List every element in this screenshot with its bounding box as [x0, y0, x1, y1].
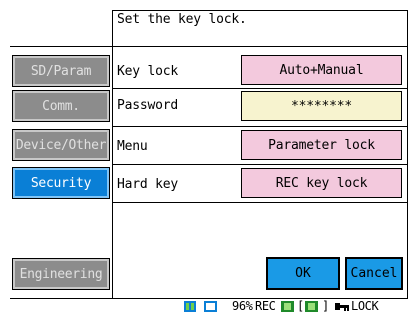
sidebar-item-engineering[interactable]: Engineering: [12, 258, 110, 290]
page-title: Set the key lock.: [117, 12, 247, 27]
key-lock-screen: SD/Param Comm. Device/Other Security Eng…: [0, 0, 418, 314]
sidebar-item-security[interactable]: Security: [12, 167, 110, 199]
s-icon: [305, 301, 318, 312]
ok-button[interactable]: OK: [266, 257, 340, 290]
bracket-close: ]: [322, 299, 329, 313]
sidebar-item-device-other[interactable]: Device/Other: [12, 129, 110, 161]
divider: [10, 298, 408, 299]
divider: [113, 164, 407, 165]
divider: [10, 46, 113, 47]
divider: [113, 202, 407, 203]
key-lock-button[interactable]: Auto+Manual: [241, 55, 402, 85]
password-field[interactable]: ********: [241, 91, 402, 121]
sd-card-icon: [204, 301, 217, 312]
divider: [113, 126, 407, 127]
sidebar-item-sd-param[interactable]: SD/Param: [12, 55, 110, 87]
cancel-button[interactable]: Cancel: [345, 257, 403, 290]
rec-status: REC: [255, 299, 276, 313]
divider: [113, 88, 407, 89]
sidebar-item-comm[interactable]: Comm.: [12, 90, 110, 122]
menu-lock-button[interactable]: Parameter lock: [241, 130, 402, 160]
lock-status: LOCK: [351, 299, 379, 313]
key-lock-label: Key lock: [117, 64, 179, 79]
memory-percent: 96%: [232, 299, 253, 313]
bracket-open: [: [297, 299, 304, 313]
frame-right: [407, 10, 408, 300]
battery-icon: [184, 301, 196, 312]
menu-label: Menu: [117, 139, 148, 154]
key-icon: [335, 303, 349, 311]
password-label: Password: [117, 98, 179, 113]
hard-key-label: Hard key: [117, 177, 179, 192]
m-icon: [281, 301, 294, 312]
hard-key-lock-button[interactable]: REC key lock: [241, 168, 402, 198]
divider: [113, 46, 407, 47]
